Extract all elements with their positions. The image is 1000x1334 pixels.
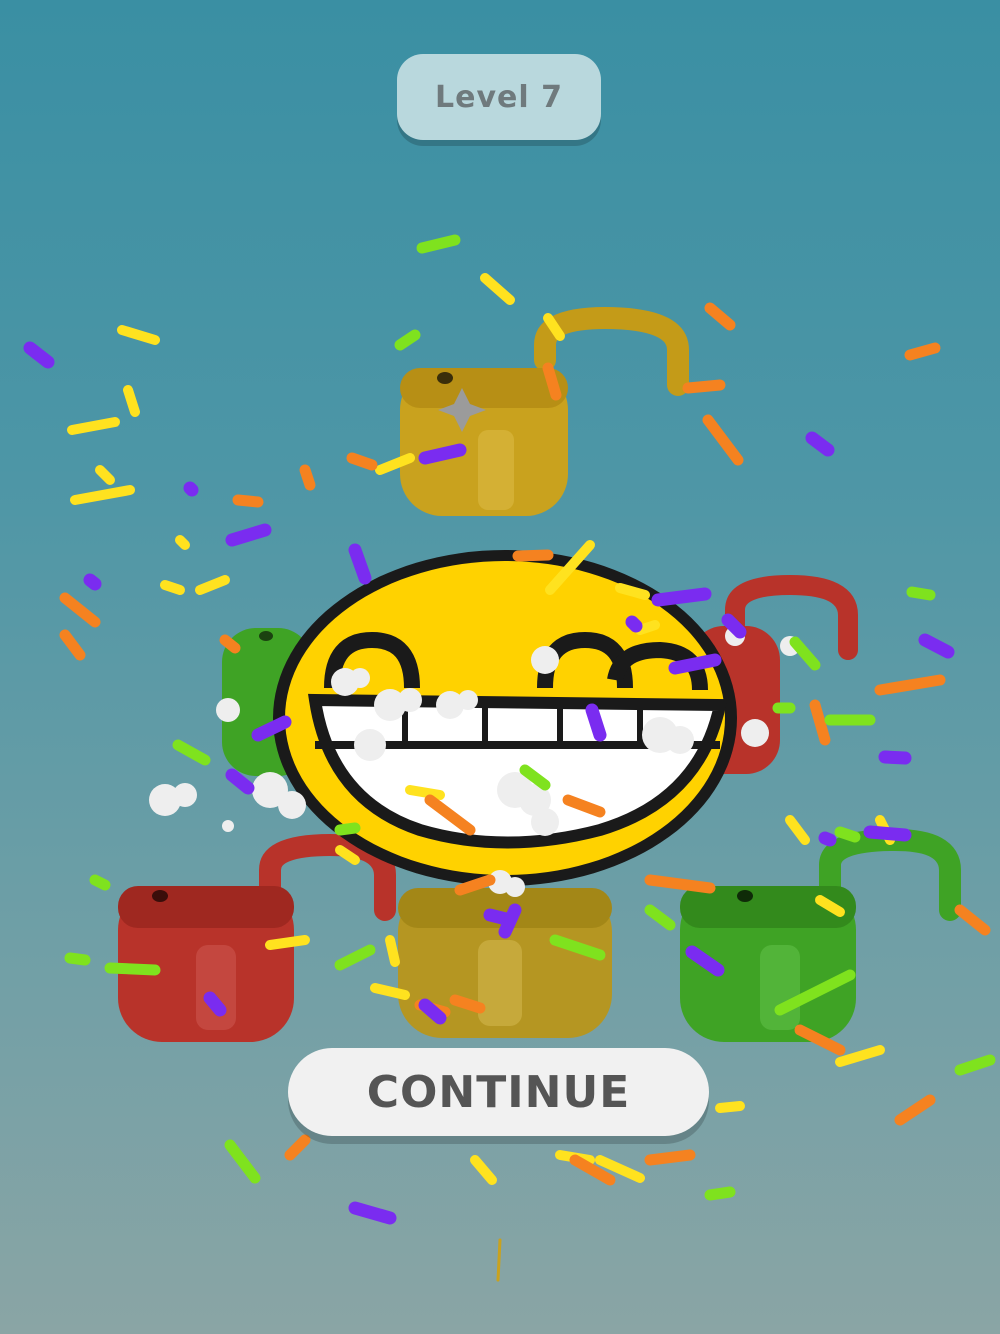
green-padlock-bottom-right [680,828,961,1042]
red-padlock-bottom-left [118,833,396,1042]
continue-button[interactable]: CONTINUE [288,1048,709,1136]
yellow-padlock-top [400,306,689,516]
continue-label: CONTINUE [366,1066,631,1118]
